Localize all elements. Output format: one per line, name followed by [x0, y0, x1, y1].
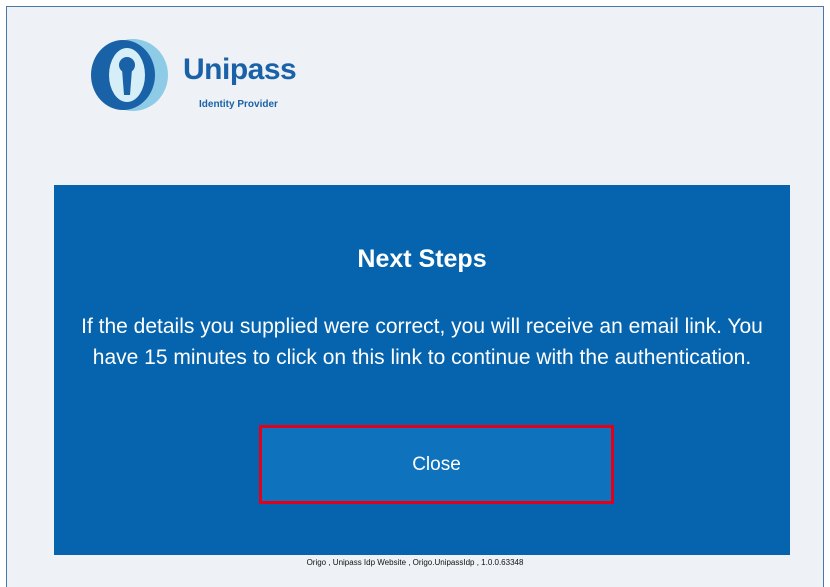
- close-button[interactable]: Close: [259, 425, 614, 504]
- panel-title: Next Steps: [357, 245, 487, 273]
- page-frame: Unipass Identity Provider Next Steps If …: [6, 6, 824, 587]
- panel-message: If the details you supplied were correct…: [81, 315, 763, 369]
- brand-subtitle: Identity Provider: [199, 99, 278, 110]
- unipass-keyhole-logo-icon: [91, 39, 168, 111]
- footer-version-text: Origo , Unipass Idp Website , Origo.Unip…: [306, 558, 524, 567]
- unipass-logo: Unipass Identity Provider: [83, 35, 323, 125]
- brand-name: Unipass: [183, 53, 297, 86]
- next-steps-panel: Next Steps If the details you supplied w…: [54, 185, 790, 555]
